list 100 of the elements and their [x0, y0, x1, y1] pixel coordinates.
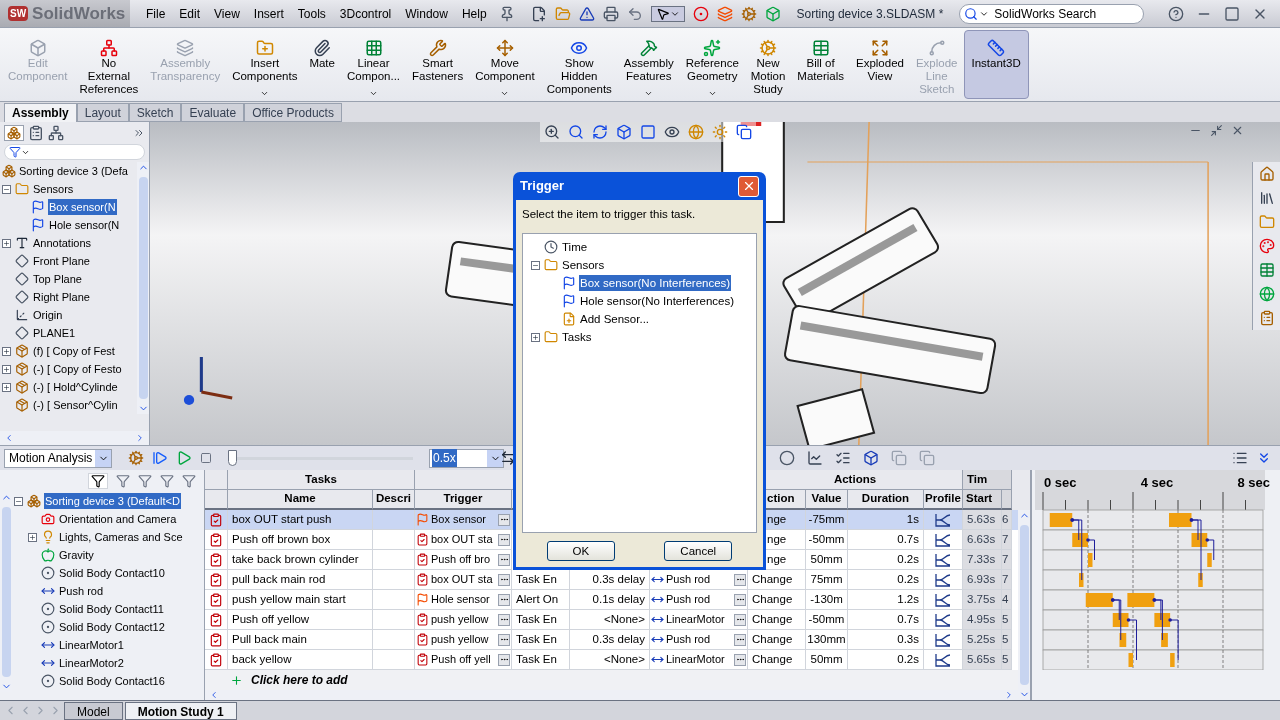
study-tab[interactable]: Motion Study 1: [124, 701, 237, 720]
table-cell: 5: [1002, 650, 1012, 670]
tree-item[interactable]: Tasks: [561, 329, 593, 346]
trigger-text: box OUT sta: [431, 572, 494, 588]
table-cell: 6: [1002, 510, 1012, 530]
tree-item[interactable]: Time: [561, 239, 589, 256]
add-task-row[interactable]: Click here to add: [251, 671, 348, 689]
tree-item[interactable]: Push rod: [58, 583, 105, 599]
dialog-prompt: Select the item to trigger this task.: [522, 207, 697, 222]
table-cell: 5.63s: [963, 510, 1002, 530]
time-tick-label: 4 sec: [1140, 474, 1174, 492]
trigger-text: box OUT sta: [431, 532, 494, 548]
time-tick-label: 0 sec: [1044, 474, 1077, 492]
tree-item[interactable]: (f) [ Copy of Fest: [32, 343, 116, 359]
table-cell: 7: [1002, 530, 1012, 550]
menu-item[interactable]: Window: [405, 4, 448, 23]
tree-item[interactable]: PLANE1: [32, 325, 77, 341]
tree-item[interactable]: (-) [ Copy of Festo: [32, 361, 123, 377]
document-title: Sorting device 3.SLDASM *: [796, 5, 944, 23]
ribbon-button[interactable]: Instant3D: [963, 30, 1029, 99]
tree-item[interactable]: Front Plane: [32, 253, 91, 269]
table-cell: 4.95s: [963, 610, 1002, 630]
dialog-button[interactable]: Cancel: [664, 541, 733, 562]
ribbon-button[interactable]: Assembly Features: [617, 30, 680, 99]
ribbon-button[interactable]: Exploded View: [849, 30, 910, 99]
tree-item[interactable]: Origin: [32, 307, 64, 323]
dialog-button[interactable]: OK: [546, 541, 615, 562]
tree-item[interactable]: Annotations: [32, 235, 93, 251]
command-tab[interactable]: Evaluate: [181, 103, 245, 122]
feature-text: Push rod: [666, 572, 712, 588]
menu-item[interactable]: 3Dcontrol: [339, 4, 392, 23]
ribbon-button[interactable]: Mate: [303, 30, 341, 99]
menu-item[interactable]: Insert: [253, 4, 284, 23]
command-tab[interactable]: Layout: [76, 103, 129, 122]
table-cell: 7: [1002, 550, 1012, 570]
table-cell: 3.75s: [963, 590, 1002, 610]
tree-item[interactable]: Solid Body Contact16: [58, 673, 166, 689]
logo-badge: SW: [8, 6, 29, 21]
feature-text: Push rod: [666, 592, 712, 608]
group-header: Tim: [963, 470, 1012, 490]
tree-item[interactable]: LinearMotor1: [58, 637, 125, 653]
ribbon-button[interactable]: Linear Compon...: [340, 30, 407, 99]
tree-item[interactable]: Sorting device 3 (Defa: [19, 162, 128, 180]
tree-item[interactable]: (-) [ Sensor^Cylin: [32, 397, 119, 413]
tree-item[interactable]: (-) [ Hold^Cylinde: [32, 379, 119, 395]
table-cell: 7.33s: [963, 550, 1002, 570]
app-logo: SolidWorks: [32, 2, 126, 25]
command-tab[interactable]: Assembly: [4, 103, 77, 122]
column-header: Start: [963, 490, 1002, 510]
menu-item[interactable]: View: [214, 4, 240, 23]
table-cell: 7: [1002, 570, 1012, 590]
tree-item[interactable]: Right Plane: [32, 289, 91, 305]
trigger-text: push yellow: [431, 612, 490, 628]
study-tab[interactable]: Model: [64, 701, 123, 720]
ribbon-button[interactable]: Smart Fasteners: [406, 30, 470, 99]
tree-item[interactable]: Solid Body Contact10: [58, 565, 166, 581]
table-cell: 5: [1002, 630, 1012, 650]
tree-item[interactable]: Box sensor(N: [48, 199, 117, 215]
tree-item[interactable]: Solid Body Contact12: [58, 619, 166, 635]
command-tab[interactable]: Sketch: [128, 103, 182, 122]
tree-item[interactable]: Box sensor(No Interferences): [579, 275, 732, 292]
ribbon-button[interactable]: Bill of Materials: [791, 30, 850, 99]
trigger-text: Push off bro: [431, 552, 492, 568]
study-type-dropdown[interactable]: Motion Analysis: [4, 448, 112, 468]
ribbon-button[interactable]: No External References: [73, 30, 145, 99]
feature-text: LinearMotor: [666, 652, 726, 668]
tree-item[interactable]: Hole sensor(N: [48, 217, 121, 233]
ribbon-button[interactable]: New Motion Study: [744, 30, 792, 99]
ribbon-button[interactable]: Insert Components: [226, 30, 304, 99]
tree-item[interactable]: Orientation and Camera: [58, 511, 178, 527]
tree-item[interactable]: LinearMotor2: [58, 655, 125, 671]
tree-item[interactable]: Top Plane: [32, 271, 83, 287]
menu-item[interactable]: File: [146, 4, 166, 23]
tree-item[interactable]: Hole sensor(No Interferences): [579, 293, 736, 310]
tree-item[interactable]: Sensors: [561, 257, 606, 274]
menu-item[interactable]: Help: [461, 4, 487, 23]
table-cell: 5.65s: [963, 650, 1002, 670]
menu-item[interactable]: Tools: [297, 4, 326, 23]
tree-item[interactable]: Lights, Cameras and Sce: [58, 529, 184, 545]
table-cell: 6.93s: [963, 570, 1002, 590]
trigger-text: Hole sensor: [431, 592, 491, 608]
tree-item[interactable]: Add Sensor...: [579, 311, 651, 328]
feature-text: Push rod: [666, 632, 712, 648]
tree-item[interactable]: Gravity: [58, 547, 95, 563]
tree-item[interactable]: Sorting device 3 (Default<D: [44, 493, 181, 509]
trigger-text: Box sensor: [431, 512, 488, 528]
time-tick-label: 8 sec: [1237, 474, 1270, 492]
table-cell: 6.63s: [963, 530, 1002, 550]
trigger-text: Push off yell: [431, 652, 492, 668]
table-cell: 4: [1002, 590, 1012, 610]
menu-item[interactable]: Edit: [179, 4, 201, 23]
tree-item[interactable]: Solid Body Contact11: [58, 601, 165, 617]
ribbon-button[interactable]: Reference Geometry: [679, 30, 745, 99]
ribbon-button[interactable]: Move Component: [469, 30, 541, 99]
speed-dropdown[interactable]: 0.5x: [429, 448, 504, 468]
command-tab[interactable]: Office Products: [244, 103, 342, 122]
search-field[interactable]: SolidWorks Search: [959, 3, 1145, 24]
tree-item[interactable]: Sensors: [32, 181, 75, 197]
table-cell: 5: [1002, 610, 1012, 630]
ribbon-button[interactable]: Show Hidden Components: [540, 30, 618, 99]
